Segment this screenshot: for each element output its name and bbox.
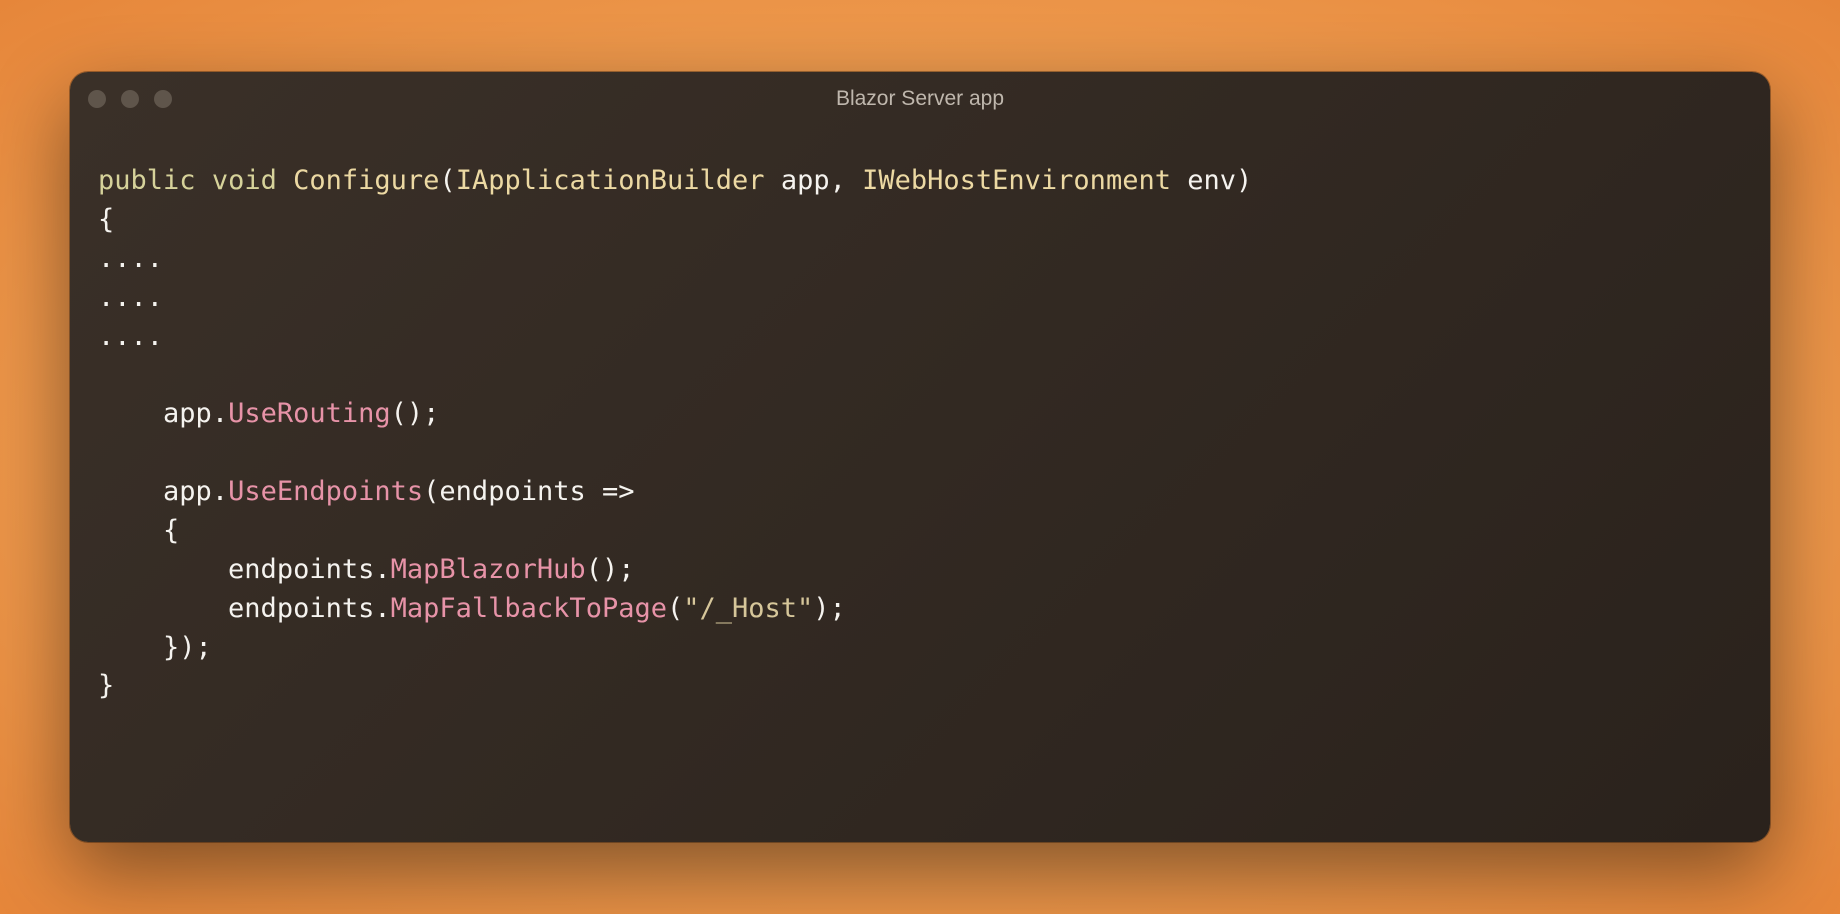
code-editor-window: Blazor Server app public void Configure(… [70, 72, 1770, 842]
identifier-endpoints: endpoints [228, 554, 374, 585]
code-content[interactable]: public void Configure(IApplicationBuilde… [70, 126, 1770, 734]
method-configure: Configure [293, 165, 439, 196]
brace-close: }); [163, 632, 212, 663]
brace-open: { [163, 515, 179, 546]
brace-close: } [98, 670, 114, 701]
ellipsis-line: .... [98, 321, 163, 352]
type-iwebhostenvironment: IWebHostEnvironment [862, 165, 1171, 196]
maximize-icon[interactable] [154, 90, 172, 108]
identifier-endpoints: endpoints [228, 593, 374, 624]
close-icon[interactable] [88, 90, 106, 108]
string-host: "/_Host" [683, 593, 813, 624]
window-controls [88, 90, 172, 108]
keyword-public: public [98, 165, 196, 196]
ellipsis-line: .... [98, 282, 163, 313]
method-userouting: UseRouting [228, 398, 391, 429]
ellipsis-line: .... [98, 243, 163, 274]
method-mapblazorhub: MapBlazorHub [391, 554, 586, 585]
titlebar: Blazor Server app [70, 72, 1770, 126]
window-title: Blazor Server app [836, 87, 1004, 111]
identifier-app: app [163, 398, 212, 429]
identifier-app: app [163, 476, 212, 507]
minimize-icon[interactable] [121, 90, 139, 108]
param-endpoints: endpoints [439, 476, 585, 507]
method-mapfallbacktopage: MapFallbackToPage [391, 593, 667, 624]
brace-open: { [98, 204, 114, 235]
param-app: app [781, 165, 830, 196]
keyword-void: void [212, 165, 277, 196]
type-iapplicationbuilder: IApplicationBuilder [456, 165, 765, 196]
method-useendpoints: UseEndpoints [228, 476, 423, 507]
param-env: env [1187, 165, 1236, 196]
lambda-arrow: => [586, 476, 635, 507]
